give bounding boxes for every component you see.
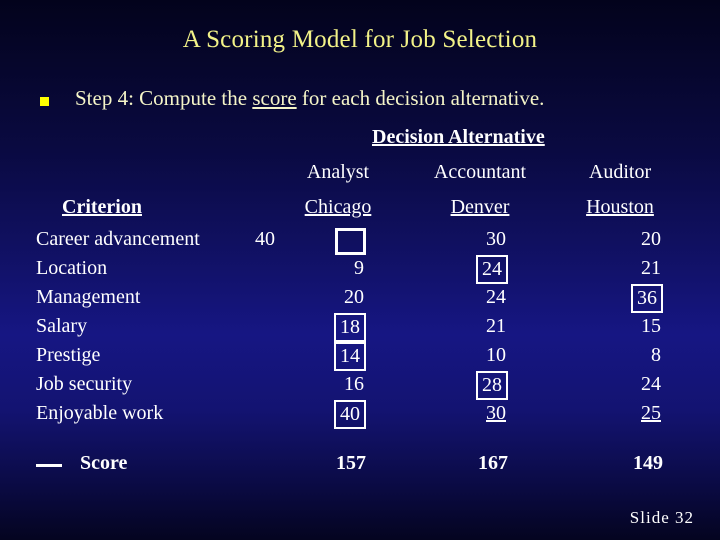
cell-value: 20 [344, 286, 364, 308]
table-cell: 18 [268, 313, 366, 342]
cell-value: 30 [486, 402, 506, 424]
table-cell: 24 [410, 286, 508, 309]
cell-value: 21 [486, 315, 506, 337]
cell-value: 21 [641, 257, 661, 279]
column-header-city-denver: Denver [450, 196, 510, 218]
table-cell: 8 [565, 344, 663, 367]
empty-highlight-box [335, 228, 366, 255]
table-cell: 30 [410, 228, 508, 251]
score-label: Score [80, 452, 128, 474]
table-cell: 24 [565, 373, 663, 396]
table-row: Salary 18 21 15 [0, 313, 720, 344]
table-cell: 10 [410, 344, 508, 367]
cell-value: 16 [344, 373, 364, 395]
cell-value: 18 [334, 313, 366, 342]
criterion-label: Salary [36, 315, 88, 337]
column-header-criterion: Criterion [62, 196, 142, 218]
table-cell: 36 [565, 284, 663, 313]
cell-value: 8 [651, 344, 661, 366]
criterion-label: Enjoyable work [36, 402, 164, 424]
score-value-auditor: 149 [633, 452, 663, 474]
slide-number: Slide 32 [629, 508, 694, 527]
cell-value: 14 [334, 342, 366, 371]
cell-value: 10 [486, 344, 506, 366]
table-cell: 20 [268, 286, 366, 309]
cell-value: 24 [486, 286, 506, 308]
column-header-city-chicago: Chicago [304, 196, 372, 218]
cell-value: 9 [354, 257, 364, 279]
criterion-label: Career advancement [36, 228, 200, 250]
decision-alternative-header: Decision Alternative [372, 126, 545, 148]
table-row: Job security 16 28 24 [0, 371, 720, 402]
table-cell: 20 [565, 228, 663, 251]
cell-value: 30 [486, 228, 506, 250]
cell-value: 36 [631, 284, 663, 313]
score-value-accountant: 167 [478, 452, 508, 474]
table-cell: 24 [410, 255, 508, 284]
slide-canvas: A Scoring Model for Job Selection Step 4… [0, 0, 720, 540]
table-row: Management 20 24 36 [0, 284, 720, 315]
table-cell: 30 [410, 402, 508, 425]
table-cell: 16 [268, 373, 366, 396]
score-row: Score 157 167 149 [0, 452, 720, 482]
criterion-label: Job security [36, 373, 133, 395]
cell-value: 24 [476, 255, 508, 284]
table-cell: 40 [268, 400, 366, 429]
criterion-label: Prestige [36, 344, 101, 366]
table-cell: 15 [565, 315, 663, 338]
score-underscore-mark [36, 464, 62, 467]
table-cell: 21 [410, 315, 508, 338]
column-header-accountant: Accountant [433, 161, 527, 183]
table-row: Prestige 14 10 8 [0, 342, 720, 373]
column-header-city-houston: Houston [586, 196, 654, 218]
column-header-auditor: Auditor [588, 161, 652, 183]
score-value-analyst: 157 [336, 452, 366, 474]
scoring-table: Decision Alternative Analyst Accountant … [0, 0, 720, 540]
table-row: Location 9 24 21 [0, 255, 720, 286]
table-cell: 21 [565, 257, 663, 280]
cell-value: 40 [334, 400, 366, 429]
cell-value: 20 [641, 228, 661, 250]
table-row: Career advancement 40 30 20 [0, 228, 720, 257]
table-cell: 25 [565, 402, 663, 425]
cell-value: 15 [641, 315, 661, 337]
table-cell: 28 [410, 371, 508, 400]
table-row: Enjoyable work 40 30 25 [0, 400, 720, 431]
cell-value: 25 [641, 402, 661, 424]
table-cell: 14 [268, 342, 366, 371]
cell-value: 28 [476, 371, 508, 400]
table-cell: 9 [268, 257, 366, 280]
criterion-label: Location [36, 257, 108, 279]
column-header-analyst: Analyst [306, 161, 370, 183]
criterion-label: Management [36, 286, 141, 308]
cell-value: 24 [641, 373, 661, 395]
